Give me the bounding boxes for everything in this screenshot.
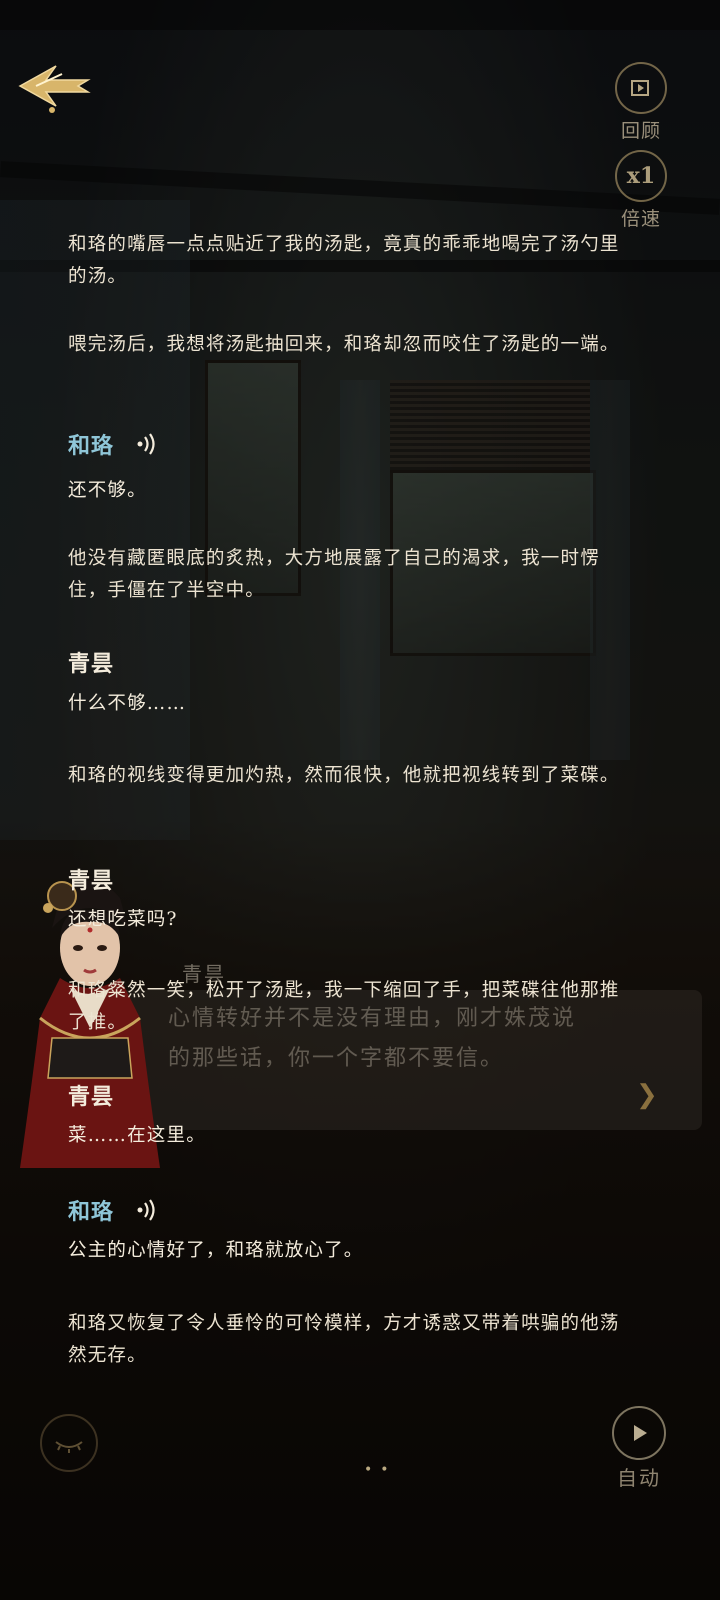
- speaker-name-text: 和珞: [68, 433, 115, 459]
- auto-play-button[interactable]: 自动: [608, 1406, 670, 1491]
- speaker-name: 和珞: [68, 1194, 160, 1226]
- continue-arrow-icon: ❯: [636, 1080, 658, 1110]
- speed-label: 倍速: [620, 208, 661, 230]
- speaker-name: 青昙: [68, 1079, 114, 1111]
- narration-text: 他没有藏匿眼底的炙热，大方地展露了自己的渴求，我一时愣住，手僵在了半空中。: [68, 548, 600, 601]
- narration-text: 和珞粲然一笑，松开了汤匙，我一下缩回了手，把菜碟往他那推了推。: [68, 980, 620, 1033]
- review-button[interactable]: 回顾: [610, 62, 672, 143]
- dialogue-line: 公主的心情好了，和珞就放心了。: [68, 1240, 364, 1261]
- dialogue-line: 还不够。: [68, 480, 147, 501]
- hide-ui-button[interactable]: [40, 1414, 98, 1472]
- speaker-wave-icon[interactable]: [134, 431, 160, 457]
- speaker-name-text: 青昙: [68, 1084, 115, 1110]
- dialogue-line: 什么不够……: [68, 693, 187, 714]
- review-label: 回顾: [620, 120, 661, 142]
- speaker-name: 和珞: [68, 428, 160, 460]
- speaker-name-text: 和珞: [68, 1199, 115, 1225]
- speaker-wave-icon[interactable]: [134, 1197, 160, 1223]
- narration-text: 和珞的嘴唇一点点贴近了我的汤匙，竟真的乖乖地喝完了汤勺里的汤。: [68, 234, 620, 287]
- play-circle-icon: [612, 1406, 666, 1460]
- speaker-name-text: 青昙: [68, 651, 115, 677]
- auto-label: 自动: [617, 1466, 661, 1490]
- underlying-dialog-line: 的那些话，你一个字都不要信。: [168, 1046, 505, 1071]
- dialogue-line: 菜……在这里。: [68, 1125, 206, 1146]
- speaker-name-text: 青昙: [68, 868, 115, 894]
- back-arrow-icon[interactable]: [16, 58, 92, 114]
- closed-eye-icon: [55, 1441, 83, 1453]
- speed-button[interactable]: x1 倍速: [610, 150, 672, 231]
- speaker-name: 青昙: [68, 646, 114, 678]
- narration-text: 和珞又恢复了令人垂怜的可怜模样，方才诱惑又带着哄骗的他荡然无存。: [68, 1313, 620, 1366]
- speaker-name: 青昙: [68, 863, 114, 895]
- film-play-icon: [615, 62, 667, 114]
- dialogue-line: 还想吃菜吗?: [68, 909, 178, 930]
- narration-text: 和珞的视线变得更加灼热，然而很快，他就把视线转到了菜碟。: [68, 765, 620, 786]
- speed-value: x1: [615, 150, 667, 202]
- narration-text: 喂完汤后，我想将汤匙抽回来，和珞却忽而咬住了汤匙的一端。: [68, 334, 620, 355]
- page-indicator: ••: [364, 1462, 397, 1478]
